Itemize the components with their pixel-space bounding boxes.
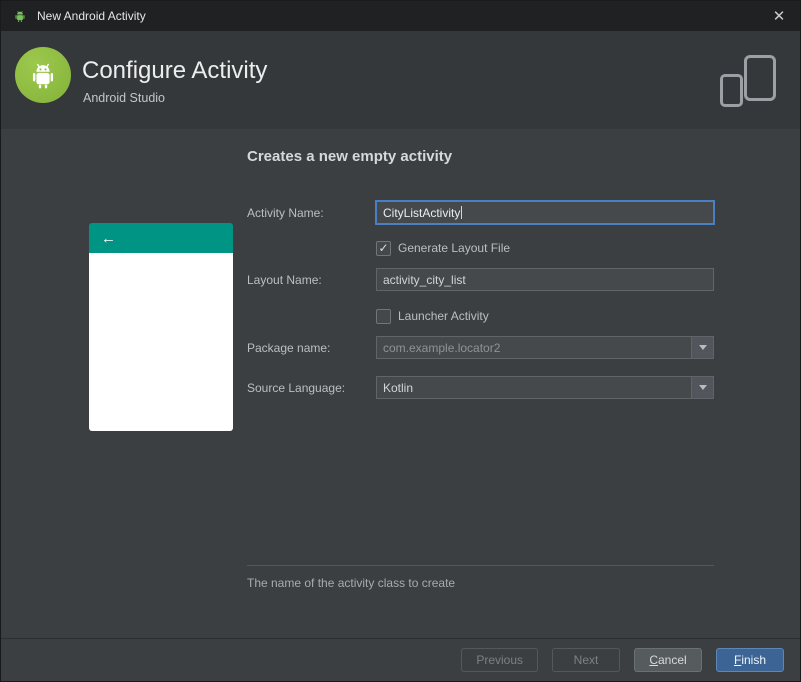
checkbox-checked-icon[interactable]: ✓ bbox=[376, 240, 391, 256]
source-language-value: Kotlin bbox=[383, 380, 414, 395]
cancel-label-rest: ancel bbox=[657, 653, 687, 667]
page-subtitle: Android Studio bbox=[83, 91, 166, 105]
source-language-combobox[interactable]: Kotlin bbox=[376, 376, 714, 399]
next-button[interactable]: Next bbox=[552, 648, 620, 672]
form-heading: Creates a new empty activity bbox=[247, 148, 453, 165]
back-arrow-icon: ← bbox=[101, 229, 116, 247]
tablet-outline-icon bbox=[744, 55, 776, 101]
checkbox-unchecked-icon[interactable] bbox=[376, 308, 391, 324]
package-name-label: Package name: bbox=[247, 341, 331, 355]
window-title: New Android Activity bbox=[37, 9, 146, 23]
new-android-activity-dialog: New Android Activity ✕ Configure Activit… bbox=[0, 0, 801, 682]
android-studio-logo-icon bbox=[15, 47, 71, 103]
chevron-down-icon bbox=[698, 385, 707, 390]
phone-outline-icon bbox=[720, 74, 743, 107]
launcher-activity-checkbox-row[interactable]: Launcher Activity bbox=[376, 308, 489, 324]
source-language-dropdown-button[interactable] bbox=[691, 377, 713, 398]
activity-preview-thumbnail: ← bbox=[89, 223, 233, 431]
android-icon bbox=[11, 7, 29, 25]
hint-text: The name of the activity class to create bbox=[247, 576, 456, 590]
package-name-dropdown-button[interactable] bbox=[691, 337, 713, 358]
generate-layout-label: Generate Layout File bbox=[398, 241, 511, 255]
finish-button[interactable]: Finish bbox=[716, 648, 784, 672]
package-name-combobox[interactable]: com.example.locator2 bbox=[376, 336, 714, 359]
previous-button[interactable]: Previous bbox=[461, 648, 538, 672]
package-name-value: com.example.locator2 bbox=[383, 340, 501, 355]
device-preview-icon bbox=[718, 55, 776, 107]
generate-layout-checkbox-row[interactable]: ✓ Generate Layout File bbox=[376, 240, 510, 256]
layout-name-input[interactable]: activity_city_list bbox=[376, 268, 714, 291]
finish-label-rest: inish bbox=[741, 653, 767, 667]
activity-name-label: Activity Name: bbox=[247, 206, 324, 220]
launcher-activity-label: Launcher Activity bbox=[398, 309, 489, 323]
close-icon[interactable]: ✕ bbox=[768, 9, 790, 24]
hint-separator bbox=[247, 565, 714, 566]
layout-name-value: activity_city_list bbox=[383, 272, 466, 287]
activity-preview-body bbox=[89, 253, 233, 431]
cancel-mnemonic: C bbox=[649, 653, 658, 667]
chevron-down-icon bbox=[698, 345, 707, 350]
title-bar: New Android Activity ✕ bbox=[1, 1, 800, 31]
text-caret bbox=[461, 206, 463, 219]
activity-name-input[interactable]: CityListActivity bbox=[376, 201, 714, 224]
wizard-content: Creates a new empty activity ← Activity … bbox=[1, 129, 800, 638]
layout-name-label: Layout Name: bbox=[247, 273, 322, 287]
dialog-footer: Previous Next Cancel Finish bbox=[1, 638, 800, 681]
activity-preview-appbar: ← bbox=[89, 223, 233, 253]
finish-mnemonic: F bbox=[733, 653, 742, 667]
source-language-label: Source Language: bbox=[247, 381, 346, 395]
page-title: Configure Activity bbox=[82, 57, 268, 84]
wizard-header: Configure Activity Android Studio bbox=[1, 31, 800, 129]
activity-name-value: CityListActivity bbox=[383, 205, 461, 220]
cancel-button[interactable]: Cancel bbox=[634, 648, 702, 672]
